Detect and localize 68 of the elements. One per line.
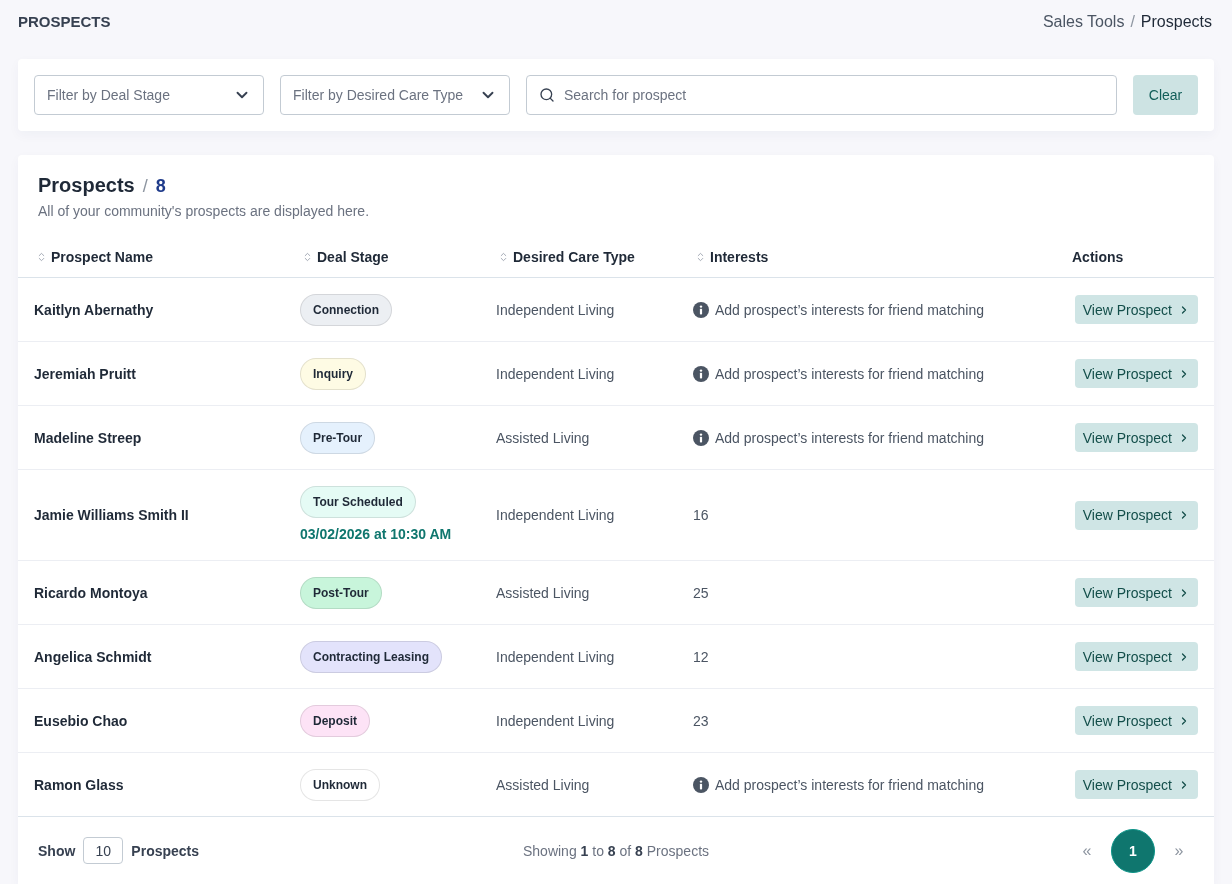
- show-label: Show: [38, 841, 76, 861]
- care-type-select[interactable]: Filter by Desired Care Type: [280, 75, 510, 115]
- page-button[interactable]: 1: [1111, 828, 1155, 873]
- deal-stage-tag: Tour Scheduled: [300, 486, 416, 518]
- interests-hint: Add prospect’s interests for friend matching: [715, 300, 984, 320]
- deal-stage-tag: Inquiry: [300, 357, 366, 390]
- care-type: Independent Living: [496, 647, 615, 667]
- interests-count: 25: [693, 583, 709, 603]
- breadcrumb-link[interactable]: Prospects: [1140, 10, 1212, 34]
- prospect-name: Ricardo Montoya: [34, 583, 148, 603]
- interests-count: 16: [693, 506, 709, 525]
- care-type: Independent Living: [496, 711, 615, 731]
- prospect-name: Kaitlyn Abernathy: [34, 300, 154, 320]
- deal-stage-tag: Unknown: [300, 768, 380, 801]
- view-prospect-button[interactable]: View Prospect: [1074, 423, 1198, 452]
- interests-hint: Add prospect’s interests for friend matching: [715, 364, 984, 384]
- info-icon: [693, 776, 709, 793]
- page-size-field[interactable]: 10: [83, 837, 124, 864]
- care-type: Assisted Living: [496, 583, 590, 603]
- care-type: Assisted Living: [496, 428, 590, 448]
- search-icon: [539, 87, 555, 103]
- view-prospect-button[interactable]: View Prospect: [1074, 706, 1198, 735]
- interests-count: 12: [693, 647, 709, 667]
- results-summary: Showing 1 to 8 of 8 Prospects: [522, 841, 710, 861]
- deal-stage-tag: Deposit: [300, 704, 370, 737]
- care-type: Independent Living: [496, 506, 615, 525]
- column-header: Actions: [1072, 247, 1124, 267]
- table-title: Prospects: [38, 173, 135, 198]
- deal-stage-tag: Post-Tour: [300, 576, 382, 609]
- view-prospect-button[interactable]: View Prospect: [1074, 578, 1198, 607]
- table-subtitle: All of your community's prospects are displayed here.: [38, 202, 371, 221]
- prospect-name: Ramon Glass: [34, 775, 124, 795]
- info-icon: [693, 301, 709, 318]
- info-icon: [693, 429, 709, 446]
- tour-date: 03/02/2026 at 10:30 AM: [300, 525, 452, 544]
- deal-stage-select[interactable]: Filter by Deal Stage: [34, 75, 264, 115]
- info-icon: [693, 365, 709, 382]
- column-header: Interests: [710, 247, 769, 267]
- prospect-name: Jeremiah Pruitt: [34, 364, 136, 384]
- breadcrumb-link[interactable]: Sales Tools: [1042, 10, 1125, 34]
- view-prospect-button[interactable]: View Prospect: [1074, 295, 1198, 324]
- view-prospect-button[interactable]: View Prospect: [1074, 359, 1198, 388]
- clear-button[interactable]: Clear: [1133, 75, 1198, 115]
- interests-count: 23: [693, 711, 709, 731]
- interests-hint: Add prospect’s interests for friend matching: [715, 775, 984, 795]
- prospect-name: Jamie Williams Smith II: [34, 506, 189, 525]
- prospect-count: 8: [155, 175, 166, 198]
- deal-stage-tag: Pre-Tour: [300, 421, 376, 454]
- prospect-name: Angelica Schmidt: [34, 647, 152, 667]
- interests-hint: Add prospect’s interests for friend matching: [715, 428, 984, 448]
- prospect-name: Madeline Streep: [34, 428, 142, 448]
- care-type: Assisted Living: [496, 775, 590, 795]
- view-prospect-button[interactable]: View Prospect: [1074, 770, 1198, 799]
- page-title: PROSPECTS: [18, 11, 111, 32]
- column-header: Prospect Name: [51, 247, 153, 267]
- title-separator: /: [142, 175, 148, 198]
- care-type: Independent Living: [496, 300, 615, 320]
- page-size-suffix: Prospects: [131, 841, 200, 861]
- deal-stage-tag: Connection: [300, 293, 392, 326]
- view-prospect-button[interactable]: View Prospect: [1074, 642, 1198, 671]
- view-prospect-button[interactable]: View Prospect: [1074, 500, 1198, 530]
- care-type: Independent Living: [496, 364, 615, 384]
- search-field[interactable]: Search for prospect: [526, 75, 1117, 115]
- breadcrumb-separator: /: [1130, 12, 1135, 32]
- column-header: Desired Care Type: [513, 247, 635, 267]
- column-header: Deal Stage: [317, 247, 389, 267]
- prospect-name: Eusebio Chao: [34, 711, 128, 731]
- deal-stage-tag: Contracting Leasing: [300, 640, 442, 673]
